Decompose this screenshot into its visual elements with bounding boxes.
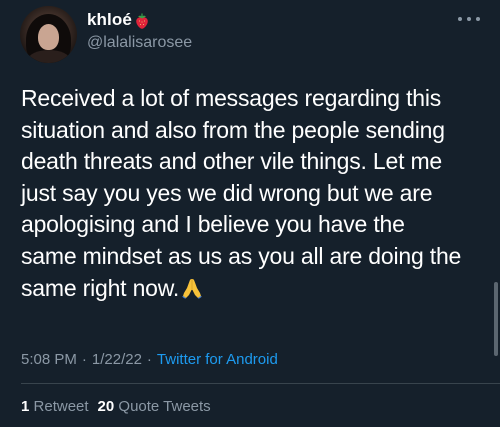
divider [21, 383, 500, 384]
quote-tweets-label: Quote Tweets [118, 398, 211, 415]
tweet-stats: 1 Retweet 20 Quote Tweets [21, 398, 211, 415]
tweet-time[interactable]: 5:08 PM [21, 351, 77, 368]
retweets-stat[interactable]: 1 Retweet [21, 398, 89, 415]
tweet-text-line: death threats and other vile things. Let… [21, 148, 442, 175]
meta-separator: · [81, 351, 87, 368]
tweet-card: khloé @lalalisarosee Received a lot of m… [0, 0, 500, 427]
scrollbar[interactable] [494, 282, 498, 356]
user-handle[interactable]: @lalalisarosee [87, 34, 192, 52]
folded-hands-icon [181, 276, 203, 299]
strawberry-icon [135, 13, 149, 29]
tweet-date[interactable]: 1/22/22 [92, 351, 142, 368]
meta-separator: · [146, 351, 152, 368]
tweet-source-link[interactable]: Twitter for Android [157, 351, 278, 368]
tweet-text: Received a lot of messages regarding thi… [21, 83, 493, 304]
tweet-text-line: Received a lot of messages regarding thi… [21, 85, 442, 111]
tweet-text-line: situation and also from the people sendi… [21, 116, 445, 143]
tweet-text-last-line: same right now. [21, 273, 493, 305]
retweets-label: Retweet [33, 398, 89, 415]
author-name-row[interactable]: khloé [87, 8, 149, 32]
more-options-icon[interactable] [458, 14, 480, 24]
avatar-face [38, 24, 59, 50]
avatar[interactable] [20, 6, 77, 63]
tweet-text-line: apologising and I believe you have the [21, 211, 405, 238]
quote-tweets-count: 20 [97, 398, 115, 415]
tweet-text-line: same mindset as us as you all are doing … [21, 242, 462, 269]
more-dot [458, 17, 462, 21]
tweet-meta: 5:08 PM · 1/22/22 · Twitter for Android [21, 351, 278, 368]
avatar-shoulder [28, 50, 70, 63]
tweet-text-line: just say you yes we did wrong but we are [21, 179, 433, 206]
quote-tweets-stat[interactable]: 20 Quote Tweets [98, 398, 211, 415]
display-name[interactable]: khloé [87, 10, 132, 30]
retweets-count: 1 [21, 398, 30, 415]
more-dot [476, 17, 480, 21]
more-dot [467, 17, 471, 21]
tweet-text-line: same right now. [21, 274, 180, 301]
